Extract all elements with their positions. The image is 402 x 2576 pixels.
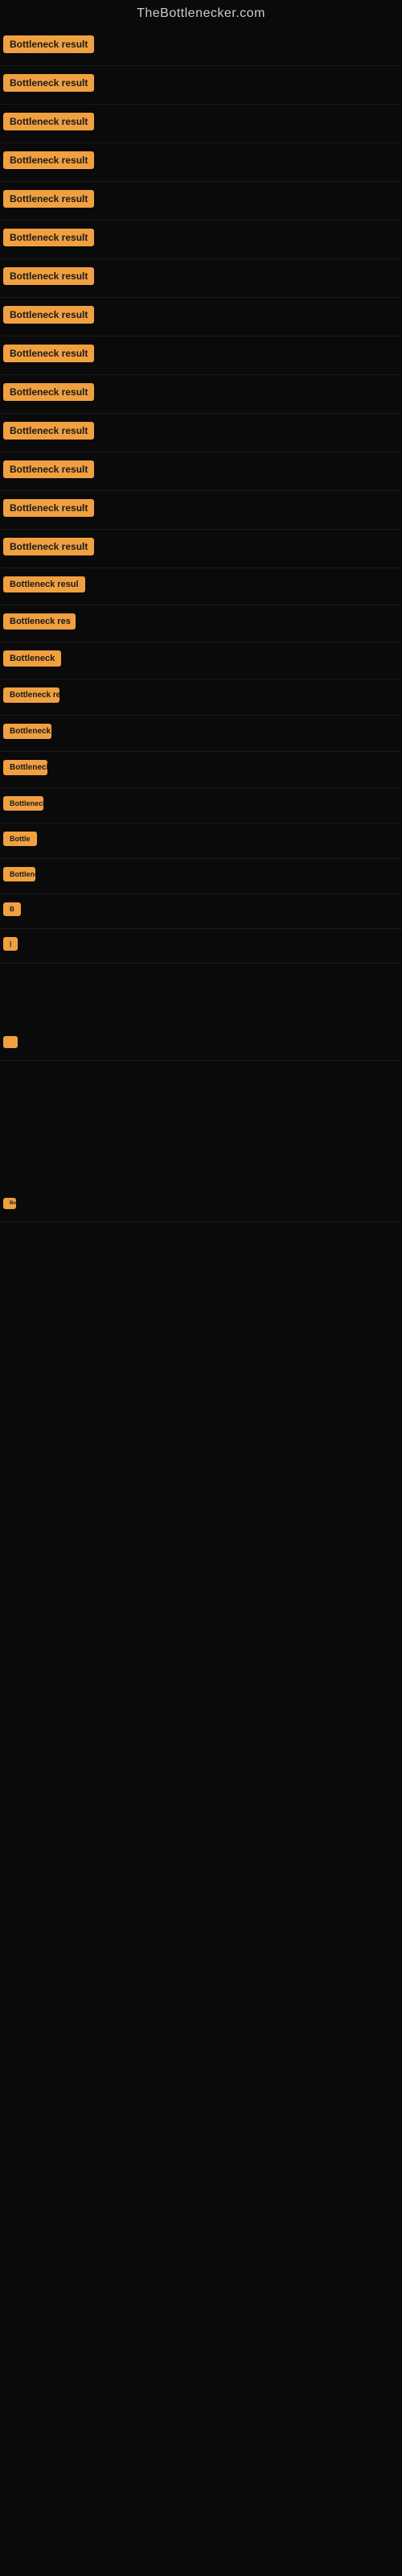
list-item: Bottleneck result — [0, 259, 402, 298]
bottleneck-badge[interactable]: Bottle — [3, 832, 37, 846]
bottleneck-badge[interactable]: Bottleneck resul — [3, 576, 85, 592]
list-item: Bottleneck result — [0, 530, 402, 568]
list-item: Bottleneck result — [0, 491, 402, 530]
list-item: Bottleneck r — [0, 788, 402, 824]
list-item: Bottleneck — [0, 752, 402, 788]
bottleneck-badge[interactable]: Bottleneck result — [3, 229, 94, 246]
list-item: Bottleneck — [0, 716, 402, 752]
bottleneck-badge[interactable]: B — [3, 902, 21, 916]
list-item: Bottleneck result — [0, 66, 402, 105]
bottleneck-badge[interactable]: Bottleneck — [3, 867, 35, 881]
site-title: TheBottlenecker.com — [0, 0, 402, 27]
bottleneck-badge[interactable]: Bottleneck — [3, 760, 47, 775]
bottleneck-badge[interactable]: Bottleneck result — [3, 113, 94, 130]
bottleneck-badge[interactable]: Bottleneck result — [3, 151, 94, 169]
bottleneck-badge[interactable]: Bo — [3, 1198, 16, 1209]
bottleneck-badge[interactable]: Bottleneck result — [3, 345, 94, 362]
list-item: Bottleneck — [0, 642, 402, 679]
list-item: Bottleneck resul — [0, 568, 402, 605]
bottleneck-badge[interactable]: Bottleneck result — [3, 499, 94, 517]
bottleneck-badge[interactable]: Bottleneck result — [3, 422, 94, 440]
list-item: Bottleneck result — [0, 452, 402, 491]
list-item: Bottleneck result — [0, 336, 402, 375]
list-item: Bottleneck res — [0, 679, 402, 716]
bottleneck-badge[interactable]: Bottleneck res — [3, 687, 59, 703]
bottleneck-badge[interactable]: Bottleneck result — [3, 383, 94, 401]
list-item: Bo — [0, 1190, 402, 1222]
bottleneck-badge[interactable]: Bottleneck result — [3, 74, 94, 92]
list-item: Bottleneck res — [0, 605, 402, 642]
list-item — [0, 1028, 402, 1061]
bottleneck-badge[interactable]: | — [3, 937, 18, 951]
bottleneck-badge[interactable]: Bottleneck result — [3, 306, 94, 324]
gap-spacer-2 — [0, 1061, 402, 1125]
gap-spacer — [0, 964, 402, 1028]
bottleneck-badge[interactable]: Bottleneck r — [3, 796, 43, 811]
list-item: Bottleneck result — [0, 182, 402, 221]
list-item: Bottleneck — [0, 859, 402, 894]
bottleneck-badge[interactable]: Bottleneck result — [3, 538, 94, 555]
site-title-container: TheBottlenecker.com — [0, 0, 402, 27]
list-item: Bottleneck result — [0, 143, 402, 182]
bottleneck-badge[interactable]: Bottleneck result — [3, 267, 94, 285]
bottleneck-badge[interactable]: Bottleneck result — [3, 35, 94, 53]
list-item: Bottleneck result — [0, 298, 402, 336]
list-item: Bottleneck result — [0, 375, 402, 414]
list-item: B — [0, 894, 402, 929]
list-item: Bottleneck result — [0, 105, 402, 143]
gap-spacer-3 — [0, 1125, 402, 1190]
list-item: | — [0, 929, 402, 964]
list-item: Bottle — [0, 824, 402, 859]
list-item: Bottleneck result — [0, 414, 402, 452]
rows-container: Bottleneck result Bottleneck result Bottle… — [0, 27, 402, 1222]
bottleneck-badge[interactable]: Bottleneck — [3, 724, 51, 739]
bottleneck-badge[interactable]: Bottleneck — [3, 650, 61, 667]
list-item: Bottleneck result — [0, 221, 402, 259]
list-item: Bottleneck result — [0, 27, 402, 66]
bottleneck-badge[interactable] — [3, 1036, 18, 1048]
bottleneck-badge[interactable]: Bottleneck result — [3, 460, 94, 478]
bottleneck-badge[interactable]: Bottleneck res — [3, 613, 76, 630]
bottleneck-badge[interactable]: Bottleneck result — [3, 190, 94, 208]
